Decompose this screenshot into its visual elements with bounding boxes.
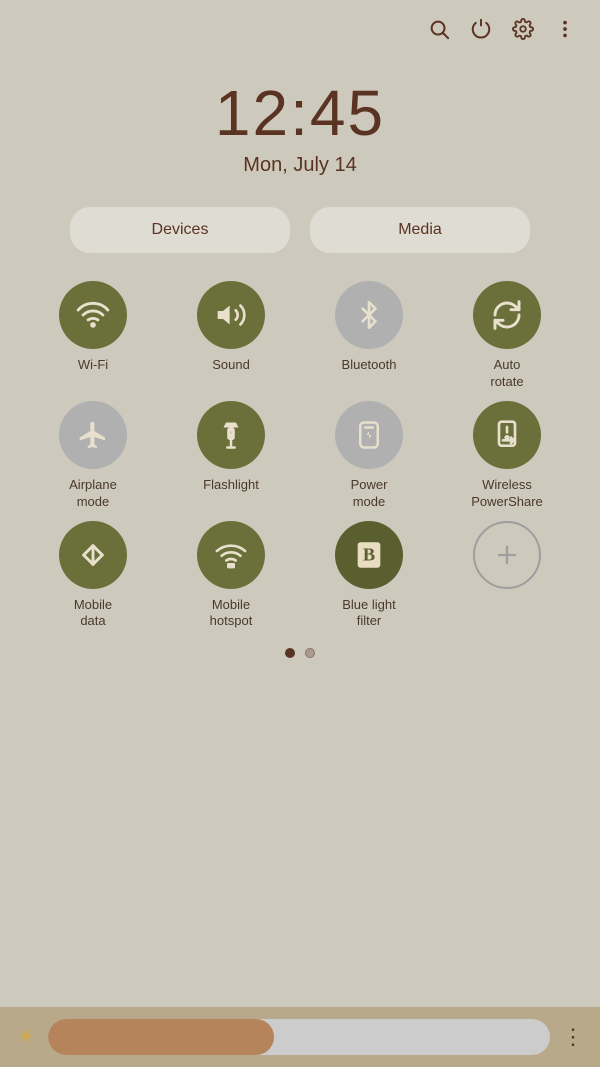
tile-powermode[interactable]: Powermode: [304, 401, 434, 511]
powermode-circle: [335, 401, 403, 469]
hotspot-label: Mobilehotspot: [210, 597, 253, 631]
tile-wireless[interactable]: WirelessPowerShare: [442, 401, 572, 511]
brightness-sun-icon: ☀: [16, 1024, 36, 1050]
tile-add[interactable]: [442, 521, 572, 631]
sound-label: Sound: [212, 357, 250, 374]
bluetooth-label: Bluetooth: [342, 357, 397, 374]
more-icon[interactable]: [554, 18, 576, 46]
wifi-label: Wi-Fi: [78, 357, 108, 374]
tab-row: Devices Media: [0, 207, 600, 253]
tile-bluetooth[interactable]: Bluetooth: [304, 281, 434, 391]
brightness-bar-container: ☀ ⋮: [0, 1007, 600, 1067]
brightness-fill: [48, 1019, 274, 1055]
wireless-circle: [473, 401, 541, 469]
clock-date: Mon, July 14: [243, 154, 356, 177]
flashlight-label: Flashlight: [203, 477, 259, 494]
svg-text:B: B: [363, 544, 375, 564]
bluetooth-circle: [335, 281, 403, 349]
tile-wifi[interactable]: Wi-Fi: [28, 281, 158, 391]
hotspot-circle: [197, 521, 265, 589]
bluelight-label: Blue lightfilter: [342, 597, 395, 631]
bluelight-circle: B: [335, 521, 403, 589]
dot-1: [285, 648, 295, 658]
media-tab[interactable]: Media: [310, 207, 530, 253]
autorotate-label: Autorotate: [490, 357, 523, 391]
brightness-more-icon[interactable]: ⋮: [562, 1024, 584, 1050]
page-dots: [0, 648, 600, 658]
search-icon[interactable]: [428, 18, 450, 46]
power-icon[interactable]: [470, 18, 492, 46]
powermode-label: Powermode: [351, 477, 388, 511]
wireless-label: WirelessPowerShare: [471, 477, 543, 511]
clock-time: 12:45: [215, 76, 385, 150]
mobiledata-label: Mobiledata: [74, 597, 112, 631]
airplane-circle: [59, 401, 127, 469]
tile-airplane[interactable]: Airplanemode: [28, 401, 158, 511]
clock-area: 12:45 Mon, July 14: [0, 76, 600, 177]
tile-autorotate[interactable]: Autorotate: [442, 281, 572, 391]
tile-flashlight[interactable]: Flashlight: [166, 401, 296, 511]
tile-sound[interactable]: Sound: [166, 281, 296, 391]
tile-hotspot[interactable]: Mobilehotspot: [166, 521, 296, 631]
airplane-label: Airplanemode: [69, 477, 117, 511]
tile-bluelight[interactable]: B Blue lightfilter: [304, 521, 434, 631]
toolbar: [0, 0, 600, 56]
tile-mobiledata[interactable]: Mobiledata: [28, 521, 158, 631]
autorotate-circle: [473, 281, 541, 349]
brightness-track[interactable]: [48, 1019, 550, 1055]
mobiledata-circle: [59, 521, 127, 589]
quick-tiles-grid: Wi-Fi Sound Bluetooth Autorotate: [0, 281, 600, 630]
devices-tab[interactable]: Devices: [70, 207, 290, 253]
wifi-circle: [59, 281, 127, 349]
settings-icon[interactable]: [512, 18, 534, 46]
sound-circle: [197, 281, 265, 349]
flashlight-circle: [197, 401, 265, 469]
dot-2: [305, 648, 315, 658]
add-circle: [473, 521, 541, 589]
